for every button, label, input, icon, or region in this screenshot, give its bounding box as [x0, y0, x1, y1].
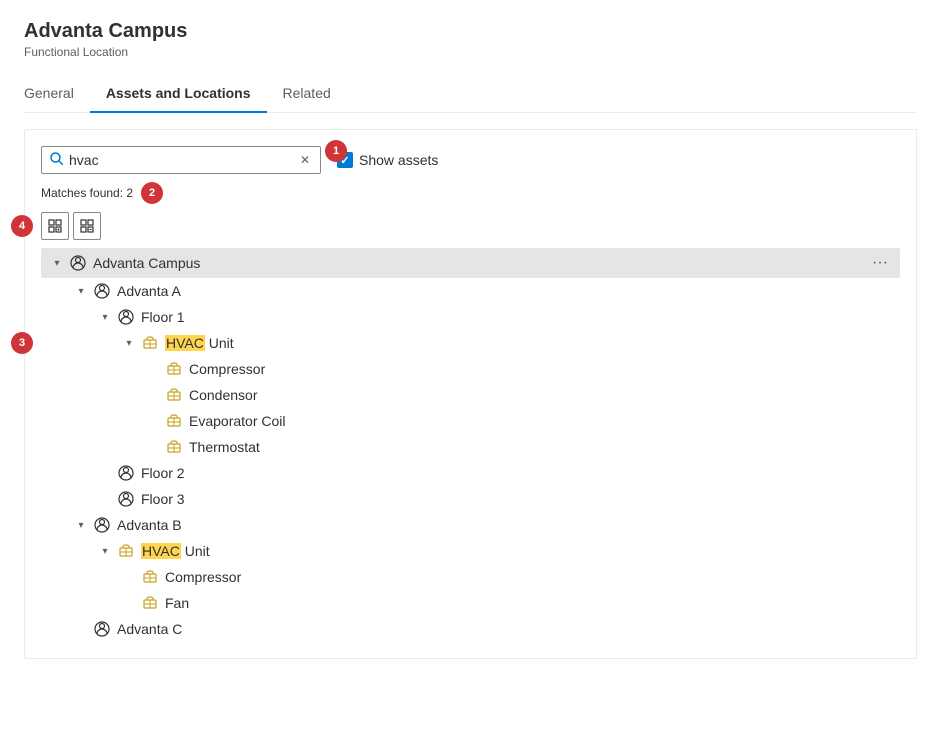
tree-row-compressor-2[interactable]: ▾ Compressor	[41, 564, 900, 590]
matches-found-text: Matches found: 2	[41, 186, 133, 200]
search-box: ✕	[41, 146, 321, 174]
node-label-hvac-unit-2: HVAC Unit	[141, 543, 894, 559]
tab-bar: General Assets and Locations Related	[24, 75, 917, 113]
location-icon-floor-3	[117, 490, 135, 508]
highlight-hvac-2: HVAC	[141, 543, 181, 559]
tree-node-floor-1: ▾ Floor 1	[41, 304, 900, 460]
tab-general[interactable]: General	[24, 75, 90, 113]
chevron-floor-1: ▾	[97, 309, 113, 325]
location-icon-advanta-b	[93, 516, 111, 534]
tree-row-advanta-campus[interactable]: ▾ Advanta Campus ···	[41, 248, 900, 278]
asset-tree: ▾ Advanta Campus ··· ▾	[41, 248, 900, 642]
tab-assets-locations[interactable]: Assets and Locations	[90, 75, 267, 113]
tree-row-thermostat-1[interactable]: ▾ Thermostat	[41, 434, 900, 460]
chevron-advanta-b: ▾	[73, 517, 89, 533]
chevron-hvac-unit-1: ▾	[121, 335, 137, 351]
node-label-compressor-1: Compressor	[189, 361, 894, 377]
page-container: Advanta Campus Functional Location Gener…	[0, 0, 941, 679]
tree-node-hvac-unit-1: 3 ▾ HVAC Uni	[41, 330, 900, 460]
tree-node-advanta-a: ▾ Advanta A ▾	[41, 278, 900, 512]
asset-icon-compressor-2	[141, 568, 159, 586]
node-label-floor-2: Floor 2	[141, 465, 894, 481]
tree-row-fan-1[interactable]: ▾ Fan	[41, 590, 900, 616]
tree-row-advanta-b[interactable]: ▾ Advanta B	[41, 512, 900, 538]
node-label-hvac-unit-1: HVAC Unit	[165, 335, 894, 351]
callout-4: 4	[11, 215, 33, 237]
search-input[interactable]	[69, 152, 298, 168]
tree-row-condensor-1[interactable]: ▾ Condensor	[41, 382, 900, 408]
node-label-advanta-c: Advanta C	[117, 621, 894, 637]
page-subtitle: Functional Location	[24, 45, 917, 59]
location-icon-advanta-c	[93, 620, 111, 638]
tab-related[interactable]: Related	[267, 75, 347, 113]
location-icon-advanta-campus	[69, 254, 87, 272]
search-icon	[50, 152, 63, 168]
node-label-evaporator-coil-1: Evaporator Coil	[189, 413, 894, 429]
asset-icon-condensor-1	[165, 386, 183, 404]
tree-node-advanta-b: ▾ Advanta B ▾	[41, 512, 900, 616]
tree-row-floor-3[interactable]: ▾ Floor 3	[41, 486, 900, 512]
node-label-compressor-2: Compressor	[165, 569, 894, 585]
node-label-condensor-1: Condensor	[189, 387, 894, 403]
matches-row: Matches found: 2 2	[41, 182, 900, 204]
tree-node-hvac-unit-2: ▾ HVAC Unit	[41, 538, 900, 616]
node-label-floor-1: Floor 1	[141, 309, 894, 325]
tree-row-compressor-1[interactable]: ▾ Compressor	[41, 356, 900, 382]
chevron-hvac-unit-2: ▾	[97, 543, 113, 559]
search-clear-button[interactable]: ✕	[298, 151, 312, 169]
node-label-thermostat-1: Thermostat	[189, 439, 894, 455]
tree-row-floor-2[interactable]: ▾ Floor 2	[41, 460, 900, 486]
location-icon-floor-1	[117, 308, 135, 326]
location-icon-floor-2	[117, 464, 135, 482]
tree-row-floor-1[interactable]: ▾ Floor 1	[41, 304, 900, 330]
tree-row-hvac-unit-1[interactable]: 3 ▾ HVAC Uni	[41, 330, 900, 356]
asset-icon-hvac-unit-2	[117, 542, 135, 560]
asset-icon-evaporator-coil-1	[165, 412, 183, 430]
node-label-advanta-b: Advanta B	[117, 517, 894, 533]
callout-1: 1	[325, 140, 347, 162]
tree-row-hvac-unit-2[interactable]: ▾ HVAC Unit	[41, 538, 900, 564]
page-header: Advanta Campus Functional Location	[24, 20, 917, 59]
search-row: ✕ 1 Show assets	[41, 146, 900, 174]
callout-2: 2	[141, 182, 163, 204]
show-assets-label: Show assets	[359, 152, 438, 168]
chevron-advanta-campus: ▾	[49, 255, 65, 271]
highlight-hvac-1: HVAC	[165, 335, 205, 351]
node-label-fan-1: Fan	[165, 595, 894, 611]
collapse-all-button[interactable]	[73, 212, 101, 240]
tree-row-advanta-a[interactable]: ▾ Advanta A	[41, 278, 900, 304]
asset-icon-thermostat-1	[165, 438, 183, 456]
expand-all-button[interactable]	[41, 212, 69, 240]
node-label-advanta-a: Advanta A	[117, 283, 894, 299]
node-label-advanta-campus: Advanta Campus	[93, 255, 866, 271]
tree-node-advanta-campus: ▾ Advanta Campus ··· ▾	[41, 248, 900, 642]
location-icon-advanta-a	[93, 282, 111, 300]
tree-row-advanta-c[interactable]: ▾ Advanta C	[41, 616, 900, 642]
tree-row-evaporator-coil-1[interactable]: ▾ Evaporator Coil	[41, 408, 900, 434]
asset-icon-hvac-unit-1	[141, 334, 159, 352]
chevron-advanta-a: ▾	[73, 283, 89, 299]
callout-3: 3	[11, 332, 33, 354]
more-options-advanta-campus[interactable]: ···	[866, 252, 894, 274]
asset-icon-compressor-1	[165, 360, 183, 378]
content-panel: ✕ 1 Show assets Matches found: 2 2 4	[24, 129, 917, 659]
page-title: Advanta Campus	[24, 20, 917, 43]
node-label-floor-3: Floor 3	[141, 491, 894, 507]
asset-icon-fan-1	[141, 594, 159, 612]
